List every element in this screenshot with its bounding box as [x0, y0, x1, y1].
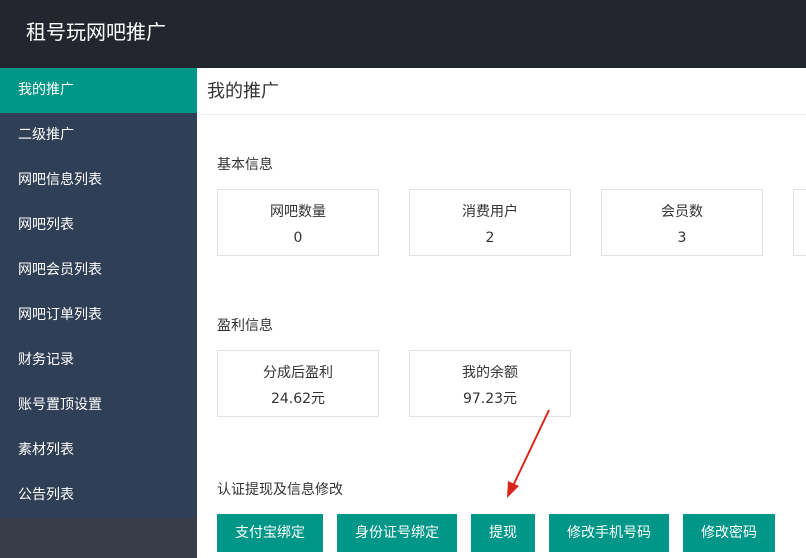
sidebar-item-material-list[interactable]: 素材列表	[0, 428, 197, 473]
stat-value: 2	[485, 230, 495, 246]
stat-card-profit-after-share: 分成后盈利 24.62元	[217, 350, 379, 417]
stat-value: 3	[677, 230, 687, 246]
sidebar: 我的推广 二级推广 网吧信息列表 网吧列表 网吧会员列表 网吧订单列表 财务记录…	[0, 68, 197, 558]
sidebar-item-cafe-list[interactable]: 网吧列表	[0, 203, 197, 248]
sidebar-item-finance-records[interactable]: 财务记录	[0, 338, 197, 383]
sidebar-item-cafe-info-list[interactable]: 网吧信息列表	[0, 158, 197, 203]
title-divider	[197, 114, 806, 115]
stat-label: 分成后盈利	[263, 365, 333, 381]
stat-label: 我的余额	[462, 365, 518, 381]
arrow-head	[507, 481, 519, 498]
stat-value: 24.62元	[270, 391, 326, 407]
sidebar-item-my-promotion[interactable]: 我的推广	[0, 68, 197, 113]
stat-card-cafe-count: 网吧数量 0	[217, 189, 379, 256]
section-label-basic-info: 基本信息	[217, 157, 273, 173]
change-phone-button[interactable]: 修改手机号码	[549, 514, 669, 552]
stat-card-member-count: 会员数 3	[601, 189, 763, 256]
change-password-button[interactable]: 修改密码	[683, 514, 775, 552]
stat-card-my-balance: 我的余额 97.23元	[409, 350, 571, 417]
top-header: 租号玩网吧推广	[0, 0, 806, 68]
stat-label: 网吧数量	[270, 204, 326, 220]
id-card-bind-button[interactable]: 身份证号绑定	[337, 514, 457, 552]
sidebar-item-account-pin-settings[interactable]: 账号置顶设置	[0, 383, 197, 428]
sidebar-item-secondary-promotion[interactable]: 二级推广	[0, 113, 197, 158]
sidebar-item-cafe-order-list[interactable]: 网吧订单列表	[0, 293, 197, 338]
stat-card-partial	[793, 189, 806, 256]
app-title: 租号玩网吧推广	[26, 20, 166, 44]
stat-card-consumer-users: 消费用户 2	[409, 189, 571, 256]
sidebar-item-announcement-list[interactable]: 公告列表	[0, 473, 197, 518]
sidebar-item-cafe-member-list[interactable]: 网吧会员列表	[0, 248, 197, 293]
stat-value: 97.23元	[462, 391, 518, 407]
withdraw-button[interactable]: 提现	[471, 514, 535, 552]
arrow-shaft	[511, 409, 550, 489]
stat-value: 0	[293, 230, 303, 246]
section-label-profit-info: 盈利信息	[217, 318, 273, 334]
page-title: 我的推广	[207, 81, 279, 102]
stat-label: 会员数	[661, 204, 703, 220]
sidebar-nav: 我的推广 二级推广 网吧信息列表 网吧列表 网吧会员列表 网吧订单列表 财务记录…	[0, 68, 197, 518]
alipay-bind-button[interactable]: 支付宝绑定	[217, 514, 323, 552]
section-label-verify-withdraw: 认证提现及信息修改	[217, 482, 343, 498]
stat-label: 消费用户	[462, 204, 518, 220]
